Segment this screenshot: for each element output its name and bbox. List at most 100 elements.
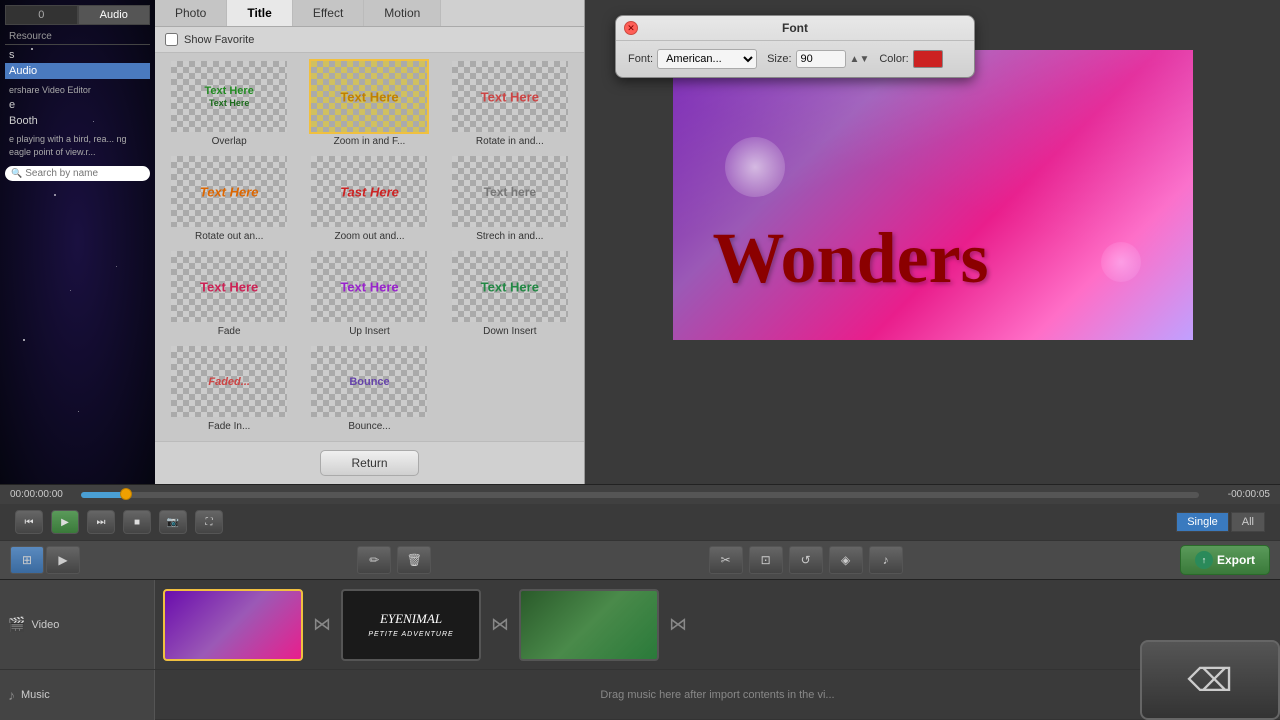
title-cell-rotate-in[interactable]: Text Here Rotate in and... — [442, 59, 578, 150]
progress-thumb[interactable] — [120, 488, 132, 500]
clip-dark[interactable]: EYENIMAL PETITE ADVENTURE — [341, 589, 481, 661]
return-button[interactable]: Return — [320, 450, 418, 476]
sidebar-tab-audio[interactable]: Audio — [78, 5, 151, 25]
title-preview-zoom-out[interactable]: Tast Here — [309, 154, 429, 229]
title-cell-zoom-out[interactable]: Tast Here Zoom out and... — [301, 154, 437, 245]
color-swatch[interactable] — [913, 50, 943, 68]
play-btn-group: ⏮ ▶ ⏭ ■ 📷 ⛶ — [15, 510, 223, 534]
play-icon: ▶ — [61, 517, 69, 528]
music-track-content: Drag music here after import contents in… — [155, 670, 1280, 720]
fullscreen-button[interactable]: ⛶ — [195, 510, 223, 534]
title-cell-extra2[interactable]: Bounce Bounce... — [301, 344, 437, 435]
sidebar-menu-e[interactable]: e — [5, 97, 150, 113]
font-select[interactable]: American... — [657, 49, 757, 69]
export-button[interactable]: ↑ Export — [1180, 545, 1270, 575]
font-dialog-body: Font: American... Size: ▲▼ Color: — [616, 41, 974, 77]
tab-effect[interactable]: Effect — [293, 0, 364, 26]
trim-icon: ⊡ — [761, 553, 771, 567]
tab-motion[interactable]: Motion — [364, 0, 441, 26]
arrow-icon-1: ⋈ — [313, 614, 331, 635]
clip-purple[interactable] — [163, 589, 303, 661]
snapshot-button[interactable]: 📷 — [159, 510, 187, 534]
export-label: Export — [1217, 553, 1255, 567]
close-button[interactable]: ✕ — [624, 21, 638, 35]
transition-3[interactable]: ⋈ — [663, 605, 693, 645]
tab-title[interactable]: Title — [227, 0, 292, 26]
stop-button[interactable]: ■ — [123, 510, 151, 534]
backspace-overlay[interactable]: ⌫ — [1140, 640, 1280, 720]
title-cell-rotate-out[interactable]: Text Here Rotate out an... — [161, 154, 297, 245]
search-input[interactable] — [25, 168, 144, 179]
title-text-down-insert: Text Here — [481, 279, 539, 294]
music-track-icon: ♪ — [8, 687, 15, 703]
font-dialog: ✕ Font Font: American... Size: ▲▼ Color: — [615, 15, 975, 78]
title-text-extra2: Bounce — [349, 376, 389, 388]
video-track-label: 🎬 Video — [0, 580, 155, 669]
show-favorite-checkbox[interactable] — [165, 33, 178, 46]
font-label: Font: — [628, 53, 653, 65]
sidebar-menu-s[interactable]: s — [5, 47, 150, 63]
title-cell-extra1[interactable]: Faded... Fade In... — [161, 344, 297, 435]
delete-action-btn[interactable]: 🗑 — [397, 546, 431, 574]
remaining-time: -00:00:05 — [1205, 489, 1270, 500]
search-icon: 🔍 — [11, 168, 22, 179]
view-mode-group: Single All — [1176, 512, 1265, 532]
tl-video-view-btn[interactable]: ▶ — [46, 546, 80, 574]
trim-action-btn[interactable]: ⊡ — [749, 546, 783, 574]
title-preview-down-insert[interactable]: Text Here — [450, 249, 570, 324]
video-strip-icon: ▶ — [58, 553, 67, 567]
search-bar[interactable]: 🔍 — [5, 166, 150, 181]
size-label: Size: — [767, 53, 791, 65]
title-cell-down-insert[interactable]: Text Here Down Insert — [442, 249, 578, 340]
transition-1[interactable]: ⋈ — [307, 605, 337, 645]
title-grid: Text HereText Here Overlap Text Here Zoo… — [155, 53, 584, 441]
title-label-up-insert: Up Insert — [349, 326, 390, 337]
sidebar-tab-0[interactable]: 0 — [5, 5, 78, 25]
transition-2[interactable]: ⋈ — [485, 605, 515, 645]
size-field-group: Size: ▲▼ — [767, 50, 869, 68]
title-preview-up-insert[interactable]: Text Here — [309, 249, 429, 324]
title-preview-overlap[interactable]: Text HereText Here — [169, 59, 289, 134]
title-text-fade: Text Here — [200, 279, 258, 294]
music-track-row: ♪ Music Drag music here after import con… — [0, 670, 1280, 720]
rotate-action-btn[interactable]: ↺ — [789, 546, 823, 574]
sidebar-menu-booth[interactable]: Booth — [5, 113, 150, 129]
title-cell-zoom-in[interactable]: Text Here Zoom in and F... — [301, 59, 437, 150]
title-cell-up-insert[interactable]: Text Here Up Insert — [301, 249, 437, 340]
play-button[interactable]: ▶ — [51, 510, 79, 534]
title-preview-stretch-in[interactable]: Text here — [450, 154, 570, 229]
photo-grid-icon: ⊞ — [22, 553, 32, 567]
rewind-button[interactable]: ⏮ — [15, 510, 43, 534]
edit-action-btn[interactable]: ✏ — [357, 546, 391, 574]
audio-action-btn[interactable]: ♪ — [869, 546, 903, 574]
color-action-btn[interactable]: ◈ — [829, 546, 863, 574]
title-label-extra1: Fade In... — [208, 421, 250, 432]
sidebar-description: e playing with a bird, rea... ng eagle p… — [5, 129, 150, 162]
video-track-name: Video — [31, 619, 59, 631]
title-preview-extra1[interactable]: Faded... — [169, 344, 289, 419]
all-view-button[interactable]: All — [1231, 512, 1265, 532]
forward-button[interactable]: ⏭ — [87, 510, 115, 534]
title-cell-fade[interactable]: Text Here Fade — [161, 249, 297, 340]
title-text-extra1: Faded... — [208, 376, 250, 388]
size-stepper[interactable]: ▲▼ — [850, 54, 870, 65]
tl-photo-view-btn[interactable]: ⊞ — [10, 546, 44, 574]
arrow-icon-2: ⋈ — [491, 614, 509, 635]
title-cell-stretch-in[interactable]: Text here Strech in and... — [442, 154, 578, 245]
preview-text: Wonders — [673, 217, 1193, 300]
single-view-button[interactable]: Single — [1176, 512, 1229, 532]
progress-track[interactable] — [81, 492, 1199, 498]
title-preview-rotate-in[interactable]: Text Here — [450, 59, 570, 134]
forward-icon: ⏭ — [97, 517, 106, 528]
title-preview-extra2[interactable]: Bounce — [309, 344, 429, 419]
title-preview-rotate-out[interactable]: Text Here — [169, 154, 289, 229]
tab-photo[interactable]: Photo — [155, 0, 227, 26]
sidebar-menu-audio[interactable]: Audio — [5, 63, 150, 79]
cut-action-btn[interactable]: ✂ — [709, 546, 743, 574]
title-cell-overlap[interactable]: Text HereText Here Overlap — [161, 59, 297, 150]
title-preview-zoom-in[interactable]: Text Here — [309, 59, 429, 134]
video-track-row: 🎬 Video ⋈ EYENIMAL PETITE ADVENTURE ⋈ — [0, 580, 1280, 670]
clip-green[interactable] — [519, 589, 659, 661]
size-input[interactable] — [796, 50, 846, 68]
title-preview-fade[interactable]: Text Here — [169, 249, 289, 324]
